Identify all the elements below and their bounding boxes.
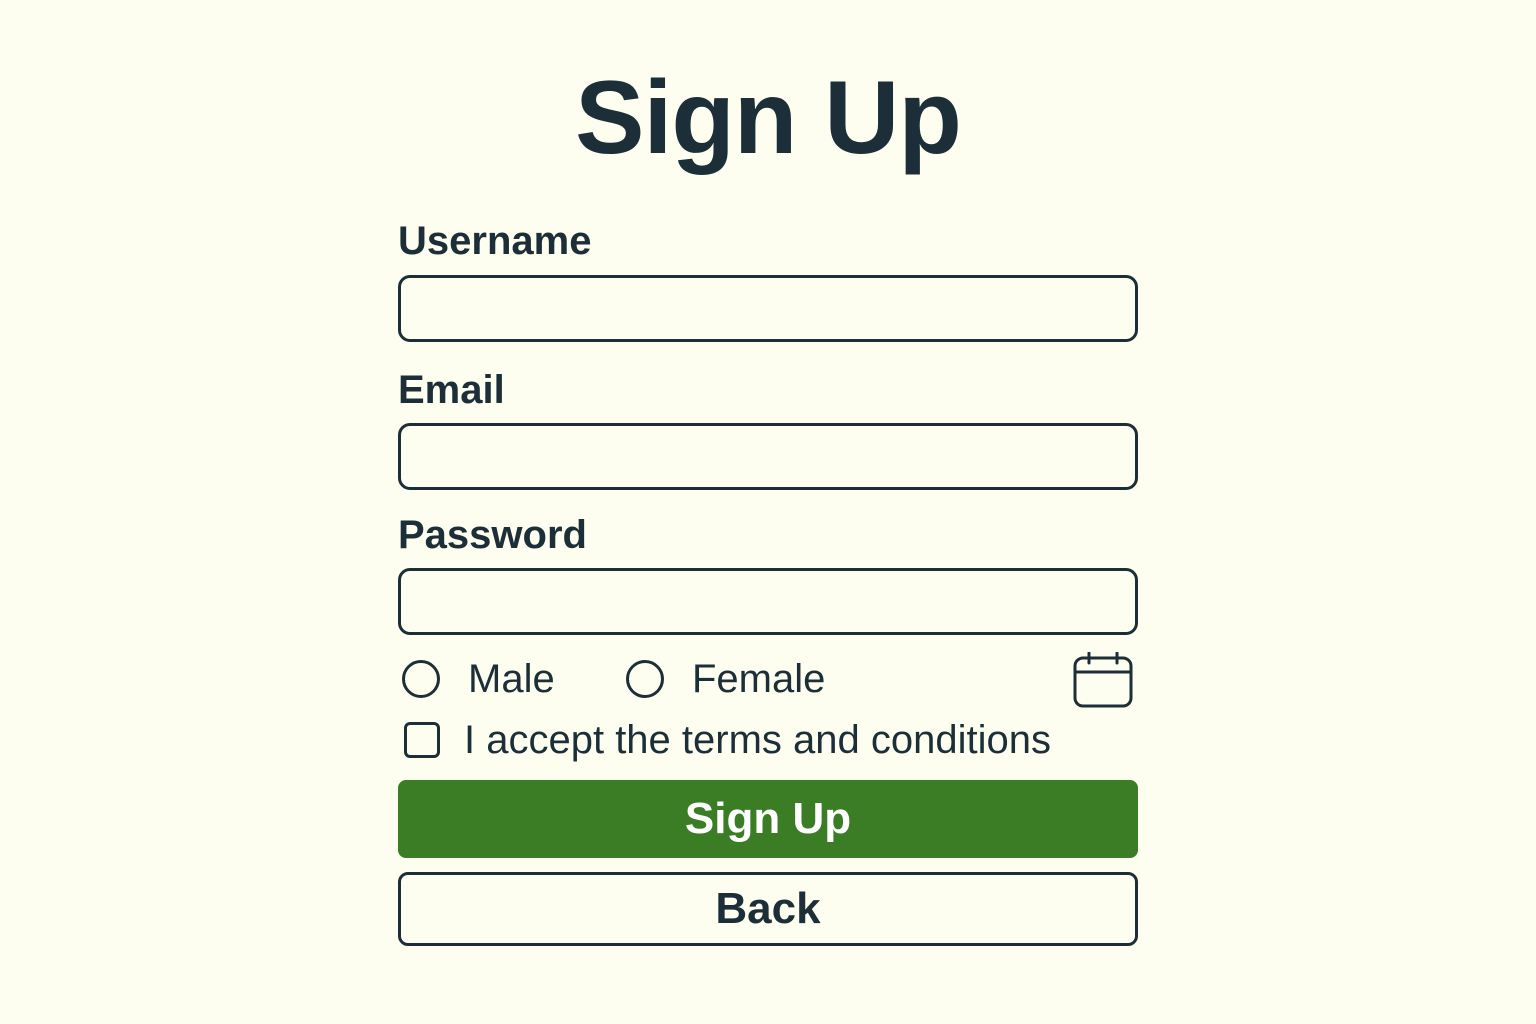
sign-up-button[interactable]: Sign Up: [398, 780, 1138, 858]
gender-option-male[interactable]: Male: [402, 655, 555, 703]
email-input[interactable]: [398, 423, 1138, 490]
email-label: Email: [398, 368, 505, 412]
page-title: Sign Up: [575, 60, 962, 176]
male-radio-label: Male: [468, 657, 555, 701]
calendar-icon[interactable]: [1071, 652, 1135, 710]
password-input[interactable]: [398, 568, 1138, 635]
password-label: Password: [398, 513, 587, 557]
terms-checkbox[interactable]: [404, 722, 440, 758]
female-radio[interactable]: [626, 660, 664, 698]
male-radio[interactable]: [402, 660, 440, 698]
username-input[interactable]: [398, 275, 1138, 342]
terms-label: I accept the terms and conditions: [464, 718, 1051, 762]
female-radio-label: Female: [692, 657, 826, 701]
username-label: Username: [398, 219, 592, 263]
gender-option-female[interactable]: Female: [626, 655, 825, 703]
terms-checkbox-row[interactable]: I accept the terms and conditions: [404, 716, 1051, 764]
back-button[interactable]: Back: [398, 872, 1138, 946]
